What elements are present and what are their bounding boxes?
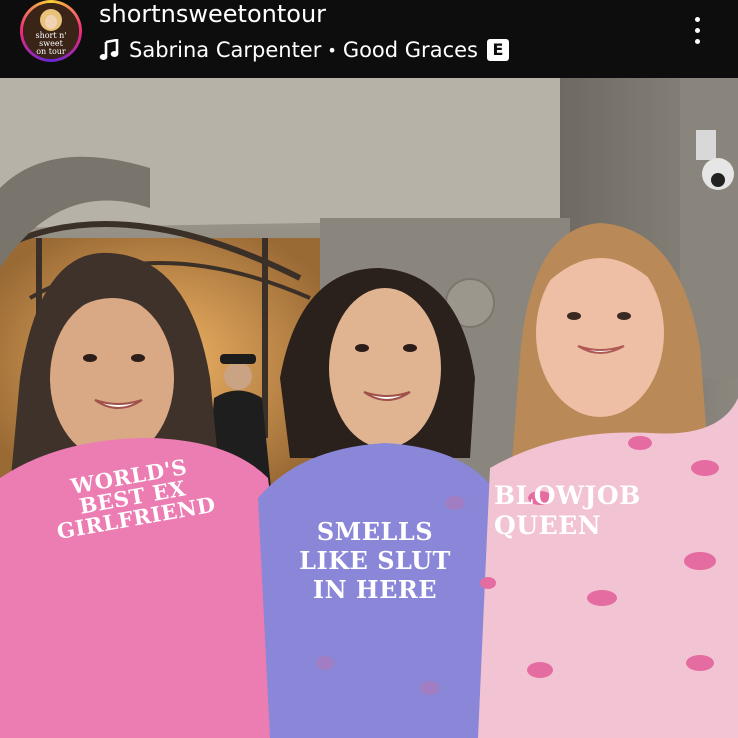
avatar[interactable]: short n' sweet on tour xyxy=(20,0,82,62)
music-separator: • xyxy=(327,40,337,60)
shirt-middle-text: SMELLS LIKE SLUT IN HERE xyxy=(280,517,470,604)
music-note-icon xyxy=(99,39,119,60)
photo-scene xyxy=(0,78,738,738)
post-header: short n' sweet on tour shortnsweetontour… xyxy=(0,0,738,78)
username[interactable]: shortnsweetontour xyxy=(99,0,326,28)
avatar-image: short n' sweet on tour xyxy=(23,3,79,59)
music-song: Good Graces xyxy=(342,38,478,62)
music-attribution[interactable]: Sabrina Carpenter • Good Graces E xyxy=(99,36,509,64)
explicit-badge: E xyxy=(486,39,509,61)
avatar-text-3: on tour xyxy=(36,47,66,56)
music-artist: Sabrina Carpenter xyxy=(129,38,322,62)
shirt-middle-line-2: LIKE SLUT xyxy=(299,545,451,575)
shirt-right-text: BLOWJOB QUEEN xyxy=(494,481,674,541)
more-options-icon[interactable] xyxy=(686,14,710,48)
shirt-middle-line-1: SMELLS xyxy=(316,517,434,546)
shirt-right-line-2: QUEEN xyxy=(494,511,602,540)
shirt-middle-line-3: IN HERE xyxy=(312,574,438,604)
post-photo: WORLD'S BEST EX GIRLFRIEND SMELLS LIKE S… xyxy=(0,78,738,738)
shirt-right-line-1: BLOWJOB xyxy=(494,481,641,510)
